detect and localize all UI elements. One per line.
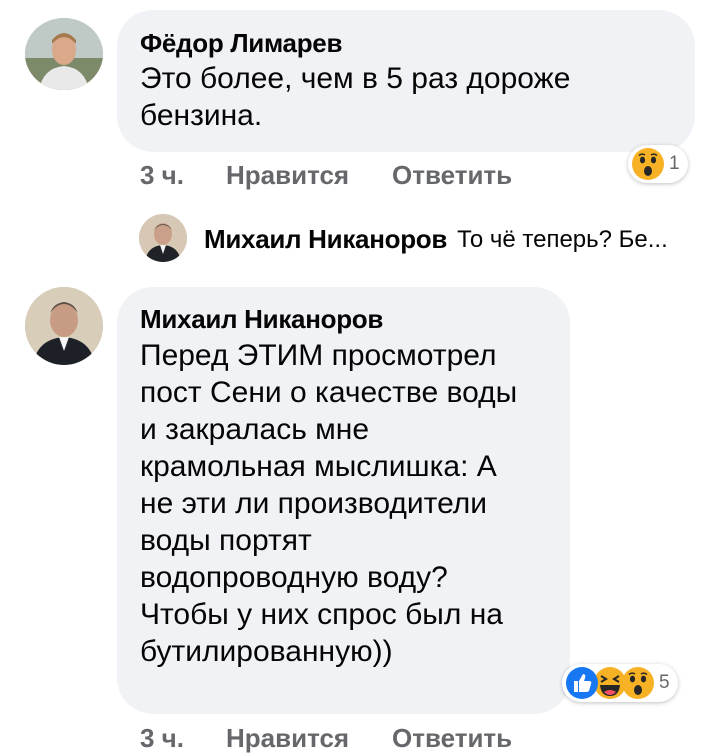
comment-text: Перед ЭТИМ просмотрел пост Сени о качест… (140, 339, 518, 668)
comment-author[interactable]: Михаил Никаноров (140, 304, 383, 335)
comment-bubble-2: Михаил Никаноров Перед ЭТИМ просмотрел п… (117, 287, 570, 714)
avatar-mikhail-nikanorov[interactable] (25, 287, 103, 365)
reply-button[interactable]: Ответить (392, 160, 512, 191)
like-button[interactable]: Нравится (226, 160, 349, 191)
reply-author[interactable]: Михаил Никаноров (204, 224, 447, 255)
comment-timestamp[interactable]: 3 ч. (140, 160, 184, 191)
user-photo-icon (139, 214, 187, 262)
user-photo-icon (25, 287, 103, 365)
reply-button[interactable]: Ответить (392, 723, 512, 754)
comment-timestamp[interactable]: 3 ч. (140, 723, 184, 754)
user-photo-icon (25, 18, 103, 90)
reaction-count: 5 (659, 672, 670, 693)
comment-author[interactable]: Фёдор Лимарев (140, 28, 342, 59)
reaction-summary[interactable]: 5 (562, 664, 678, 702)
like-icon (566, 667, 598, 699)
reply-snippet: То чё теперь? Бе... (457, 225, 668, 253)
comment-text: Это более, чем в 5 раз дороже бензина. (140, 62, 571, 132)
reply-preview[interactable]: Михаил Никаноров То чё теперь? Бе... (204, 224, 668, 255)
wow-emoji-icon (632, 148, 664, 180)
reaction-count: 1 (669, 153, 680, 174)
avatar-fedor-limarev[interactable] (25, 18, 103, 90)
comment-bubble-1: Фёдор Лимарев Это более, чем в 5 раз дор… (117, 10, 695, 152)
reaction-summary[interactable]: 1 (628, 145, 688, 183)
avatar-mikhail-nikanorov-small[interactable] (139, 214, 187, 262)
like-button[interactable]: Нравится (226, 723, 349, 754)
